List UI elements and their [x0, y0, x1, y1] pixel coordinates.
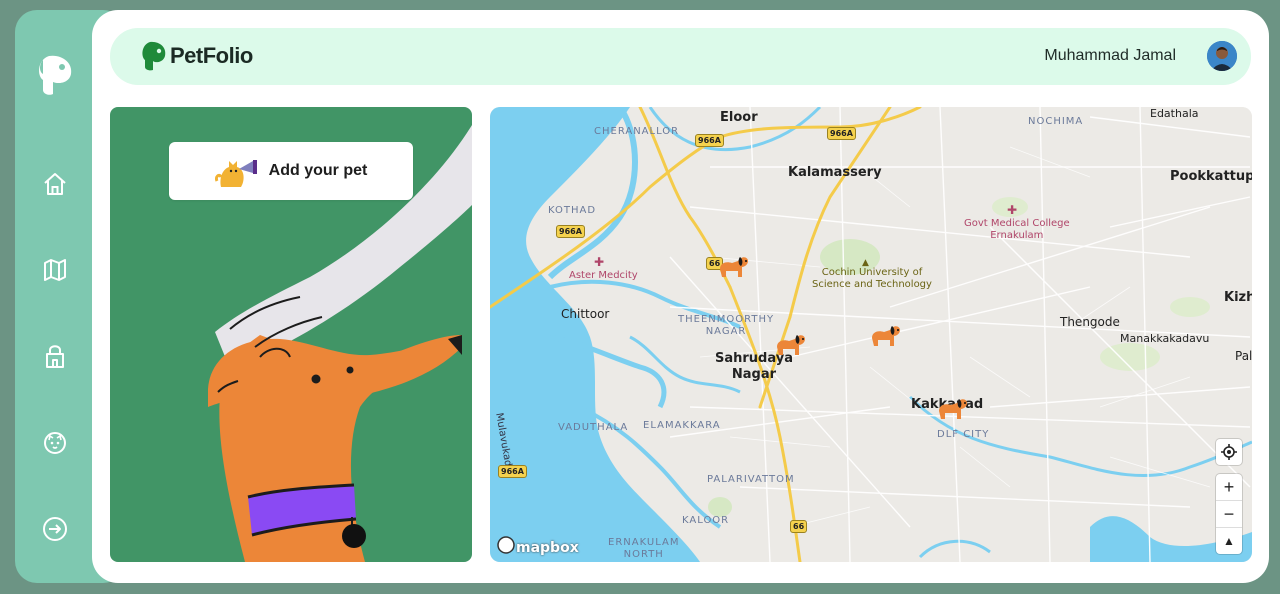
map-poi-govt-medical-college: Govt Medical College Ernakulam [964, 218, 1070, 241]
map-label-chittoor: Chittoor [561, 307, 610, 321]
map-area-kaloor: KALOOR [682, 515, 730, 526]
petfolio-logo-icon[interactable] [37, 54, 73, 96]
zoom-controls: + − ▲ [1216, 474, 1242, 554]
petfolio-logo-icon [142, 41, 166, 71]
brand[interactable]: PetFolio [141, 41, 253, 71]
highway-shield: 966A [827, 127, 856, 140]
map-area-elamakkara: ELAMAKKARA [643, 420, 721, 431]
logout-icon [43, 517, 67, 541]
locate-icon [1221, 444, 1237, 460]
cat-megaphone-icon [214, 160, 257, 187]
add-pet-label: Add your pet [268, 162, 368, 179]
map-area-dlf-city: DLF CITY [937, 429, 990, 440]
user-name: Muhammad Jamal [1044, 47, 1176, 64]
map-label-manakkakadavu: Manakkakadavu [1120, 332, 1210, 345]
map-icon [44, 259, 66, 281]
highway-shield: 966A [498, 465, 527, 478]
map-area-vaduthala: VADUTHALA [558, 422, 629, 433]
map-label-thengode: Thengode [1060, 315, 1120, 329]
map-view[interactable]: ✚ ✚ ▲ Eloor Kalamassery Pookkattupa Sahr… [490, 107, 1252, 562]
map-poi-cusat: Cochin University of Science and Technol… [812, 267, 932, 290]
zoom-out-button[interactable]: − [1216, 501, 1242, 528]
compass-button[interactable]: ▲ [1216, 528, 1242, 554]
sidebar-item-pets[interactable] [39, 427, 71, 459]
highway-shield: 966A [556, 225, 585, 238]
avatar[interactable] [1207, 41, 1237, 71]
header: PetFolio Muhammad Jamal [110, 28, 1251, 85]
add-pet-card: Add your pet [110, 107, 472, 562]
pet-marker-dog-icon[interactable] [868, 320, 902, 350]
map-label-kalamassery: Kalamassery [788, 165, 882, 180]
map-label-pal: Pal [1235, 349, 1252, 363]
add-pet-button[interactable]: Add your pet [169, 142, 413, 200]
highway-shield: 966A [695, 134, 724, 147]
highway-shield: 66 [790, 520, 808, 533]
map-poi-aster-medcity: Aster Medcity [569, 270, 638, 281]
brand-name: PetFolio [170, 43, 253, 68]
shopping-bag-icon [46, 345, 64, 368]
map-area-kothad: KOTHAD [548, 205, 597, 216]
map-label-kizh: Kizh [1224, 290, 1252, 305]
svg-text:✚: ✚ [1007, 203, 1017, 217]
svg-text:✚: ✚ [594, 255, 604, 269]
pet-marker-dog-icon[interactable] [716, 251, 750, 281]
home-icon [44, 173, 66, 195]
sidebar-item-map[interactable] [39, 254, 71, 286]
map-label-pookkattupa: Pookkattupa [1170, 169, 1252, 184]
map-area-theenmoorthy-nagar: THEENMOORTHY NAGAR [678, 314, 775, 337]
sidebar-item-logout[interactable] [39, 513, 71, 545]
map-area-ernakulam-north: ERNAKULAM NORTH [608, 537, 680, 560]
main-panel: PetFolio Muhammad Jamal Add your pet ✚ ✚… [92, 10, 1269, 583]
sidebar-item-home[interactable] [39, 168, 71, 200]
cat-face-icon [44, 432, 66, 454]
map-area-palarivattom: PALARIVATTOM [707, 474, 795, 485]
locate-button[interactable] [1216, 439, 1242, 465]
zoom-in-button[interactable]: + [1216, 474, 1242, 501]
map-label-edathala: Edathala [1150, 107, 1199, 120]
mapbox-attribution[interactable]: mapbox [516, 540, 579, 556]
pet-marker-dog-icon[interactable] [935, 393, 969, 423]
pet-marker-dog-icon[interactable] [773, 329, 807, 359]
sidebar-item-shop[interactable] [39, 340, 71, 372]
map-area-cheranallor: CHERANALLOR [594, 126, 680, 137]
map-label-eloor: Eloor [720, 110, 758, 125]
map-area-nochima: NOCHIMA [1028, 116, 1084, 127]
